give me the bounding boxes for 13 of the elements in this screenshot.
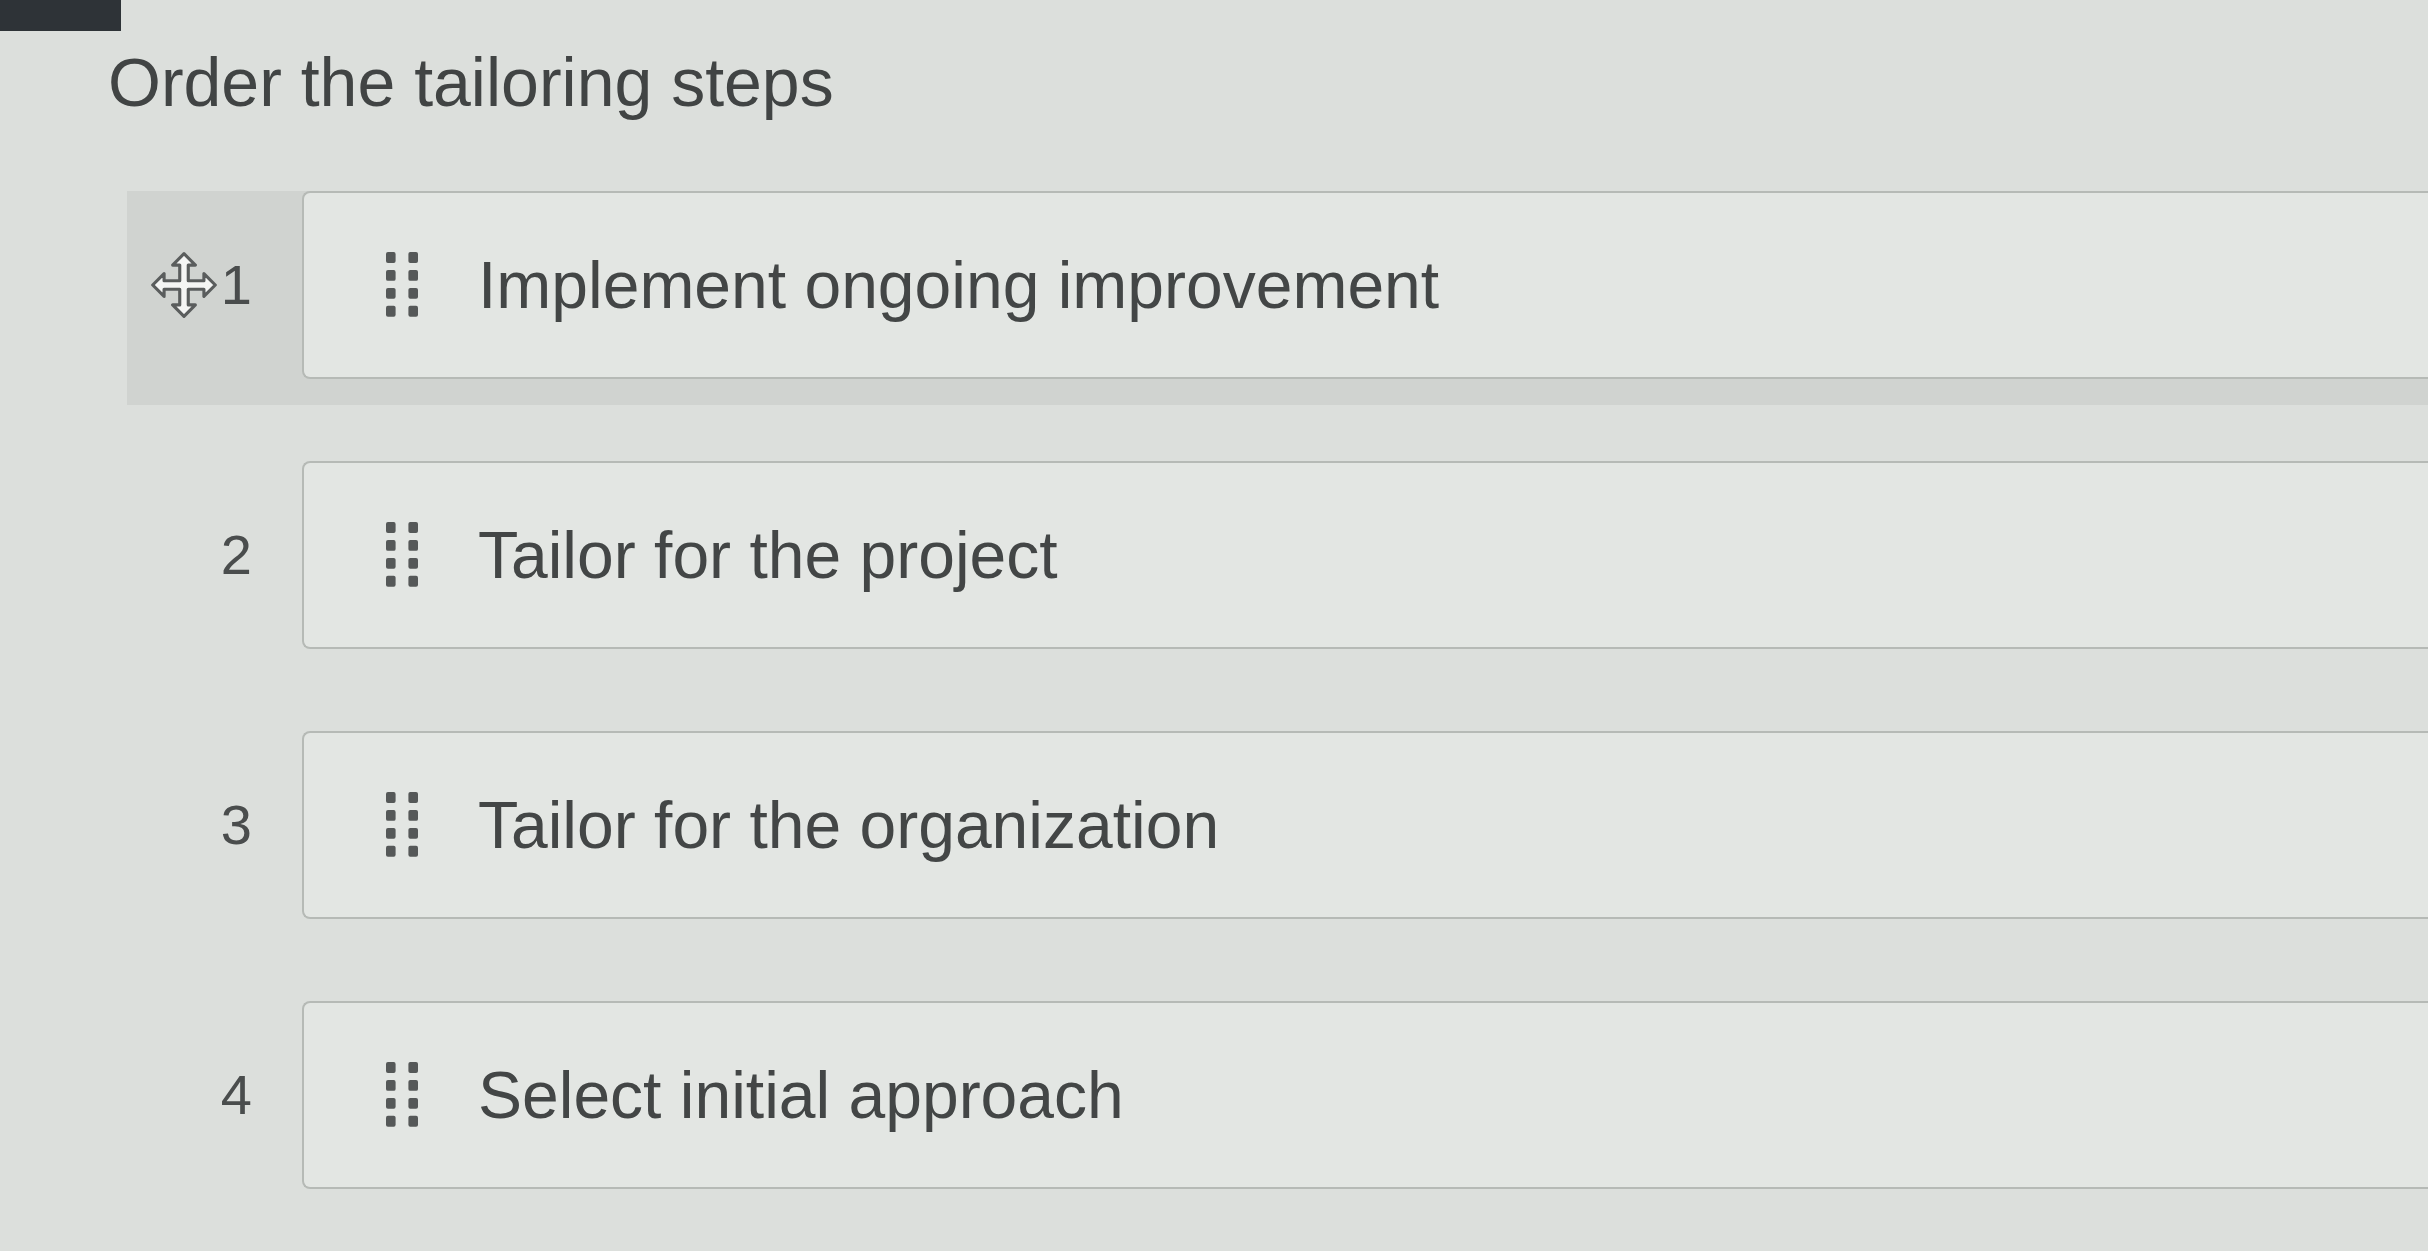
sortable-item[interactable]: Tailor for the project: [302, 461, 2428, 650]
drag-handle-icon[interactable]: [386, 522, 418, 589]
sortable-item[interactable]: Tailor for the organization: [302, 731, 2428, 920]
drag-handle-icon[interactable]: [386, 792, 418, 859]
order-number: 3: [220, 797, 252, 854]
sortable-item[interactable]: Select initial approach: [302, 1001, 2428, 1190]
order-number: 4: [220, 1067, 252, 1124]
question-title: Order the tailoring steps: [108, 43, 834, 122]
order-number: 1: [220, 257, 252, 314]
sortable-item[interactable]: Implement ongoing improvement: [302, 191, 2428, 380]
drag-handle-icon[interactable]: [386, 1062, 418, 1129]
order-number: 2: [220, 527, 252, 584]
drag-handle-icon[interactable]: [386, 252, 418, 319]
